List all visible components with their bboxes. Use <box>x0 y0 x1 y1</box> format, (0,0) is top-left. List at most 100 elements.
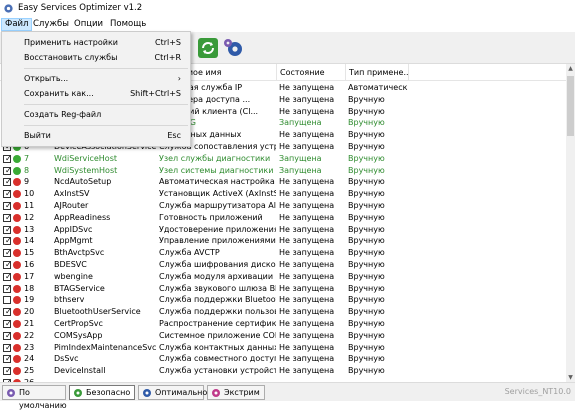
table-row[interactable]: ✓ 12 AppReadiness Готовность приложений Не з… <box>0 212 566 224</box>
preset-default-button[interactable]: По умолчанию <box>2 385 67 410</box>
checkmark-icon: ✓ <box>5 248 12 258</box>
row-checkbox[interactable]: ✓ <box>3 236 12 246</box>
service-display-name: Удостоверение приложения <box>159 224 276 234</box>
row-checkbox[interactable]: ✓ <box>3 355 12 364</box>
service-status-icon <box>13 331 21 340</box>
row-checkbox[interactable]: ✓ <box>3 320 12 328</box>
table-row[interactable]: ✓ 25 DeviceInstall Служба установки устройс… <box>0 365 566 377</box>
service-state: Не запущена <box>279 295 335 305</box>
row-checkbox[interactable]: ✓ <box>3 225 12 234</box>
row-number: 14 <box>24 236 35 246</box>
service-display-name: Служба звукового шлюза Blu... <box>159 283 276 293</box>
restore-services-menu-item[interactable]: Восстановить службы Ctrl+R <box>3 50 189 65</box>
service-startup-type: Вручную <box>348 260 385 269</box>
row-checkbox[interactable]: ✓ <box>3 261 12 269</box>
service-startup-type: Вручную <box>348 330 385 340</box>
vertical-scrollbar[interactable]: ▲ ▼ <box>566 64 575 382</box>
open-menu-item[interactable]: Открыть... › <box>3 71 189 86</box>
row-checkbox-cell: ✓ <box>2 342 12 354</box>
table-row[interactable]: ✓ 10 AxInstSV Установщик ActiveX (AxInstSV)… <box>0 188 566 200</box>
checkmark-icon: ✓ <box>5 307 12 317</box>
service-startup-type: Вручную <box>348 142 385 151</box>
service-startup-type: Вручную <box>348 366 385 376</box>
table-row[interactable]: ✓ 13 AppIDSvc Удостоверение приложения Не за… <box>0 224 566 236</box>
menu-help[interactable]: Помощь <box>107 18 149 31</box>
header-state[interactable]: Состояние <box>277 64 346 81</box>
table-row[interactable]: ✓ 21 CertPropSvc Распространение сертификат… <box>0 318 566 330</box>
row-checkbox[interactable]: ✓ <box>3 166 12 175</box>
save-as-menu-item[interactable]: Сохранить как... Shift+Ctrl+S <box>3 86 189 101</box>
row-checkbox-cell: ✓ <box>2 153 12 165</box>
checkmark-icon: ✓ <box>5 330 12 340</box>
table-row[interactable]: ✓ 17 wbengine Служба модуля архивации на...… <box>0 271 566 283</box>
table-row[interactable]: ✓ 7 WdiServiceHost Узел службы диагностики З… <box>0 153 566 165</box>
table-row[interactable]: ✓ 16 BDESVC Служба шифрования дисков ...Не … <box>0 259 566 271</box>
service-display-name: Готовность приложений <box>159 212 263 222</box>
service-status-icon <box>13 202 21 210</box>
service-state: Не запущена <box>279 283 335 293</box>
service-state: Не запущена <box>279 106 335 116</box>
row-checkbox[interactable]: ✓ <box>3 248 12 258</box>
status-bar: По умолчанию Безопасно Оптимально Экстри… <box>0 382 575 410</box>
service-display-name: Автоматическая настройка с... <box>159 177 276 187</box>
service-display-name: Служба поддержки Bluetooth <box>159 295 276 305</box>
create-reg-file-menu-item[interactable]: Создать Reg-файл <box>3 107 189 122</box>
preset-extreme-button[interactable]: Экстрим <box>207 385 265 400</box>
table-row[interactable]: ✓ 15 BthAvctpSvc Служба AVCTP Не запущена Вру… <box>0 247 566 259</box>
table-row[interactable]: ✓ 9 NcdAutoSetup Автоматическая настройка с… <box>0 176 566 188</box>
row-checkbox[interactable]: ✓ <box>3 202 12 210</box>
checkmark-icon: ✓ <box>5 236 12 246</box>
title-bar: Easy Services Optimizer v1.2 <box>0 0 575 17</box>
row-checkbox[interactable]: ✓ <box>3 177 12 187</box>
service-display-name: Служба AVCTP <box>159 248 220 258</box>
table-row[interactable]: ✓ 24 DsSvc Служба совместного доступа...Не … <box>0 353 566 365</box>
row-checkbox[interactable]: ✓ <box>3 330 12 340</box>
table-row[interactable]: ✓ 18 BTAGService Служба звукового шлюза Blu… <box>0 283 566 295</box>
row-checkbox[interactable]: ✓ <box>3 190 12 199</box>
apply-settings-menu-item[interactable]: Применить настройки Ctrl+S <box>3 35 189 50</box>
row-checkbox[interactable]: ✓ <box>3 367 12 376</box>
row-checkbox[interactable]: ✓ <box>3 284 12 293</box>
row-checkbox[interactable]: ✓ <box>3 154 12 163</box>
service-state: Не запущена <box>279 212 335 222</box>
menu-separator <box>24 104 188 105</box>
row-number: 19 <box>24 295 35 305</box>
menu-file[interactable]: Файл <box>1 18 33 31</box>
service-state: Не запущена <box>279 236 335 246</box>
scroll-thumb[interactable] <box>567 76 574 136</box>
scroll-down-icon[interactable]: ▼ <box>566 373 575 382</box>
row-checkbox[interactable]: ✓ <box>3 272 12 281</box>
service-name: BluetoothUserService <box>54 307 141 317</box>
table-row[interactable]: ✓ 20 BluetoothUserService Служба поддержки … <box>0 306 566 318</box>
table-row[interactable]: 19 bthserv Служба поддержки Bluetooth Не за… <box>0 294 566 306</box>
table-row[interactable]: ✓ 22 COMSysApp Системное приложение COM+ Не … <box>0 330 566 342</box>
row-checkbox[interactable]: ✓ <box>3 213 12 222</box>
row-number: 24 <box>24 354 35 364</box>
row-checkbox[interactable]: ✓ <box>3 342 12 352</box>
gears-icon[interactable] <box>222 37 244 59</box>
preset-default-label: По умолчанию <box>19 388 67 410</box>
table-row[interactable]: ✓ 23 PimIndexMaintenanceSvc Служба контактн… <box>0 342 566 354</box>
header-startup-type[interactable]: Тип примене... <box>346 64 409 81</box>
service-status-icon <box>13 190 21 199</box>
refresh-icon[interactable] <box>197 37 219 59</box>
menu-options[interactable]: Опции <box>71 18 106 31</box>
service-startup-type: Вручную <box>348 295 385 305</box>
preset-optimal-button[interactable]: Оптимально <box>138 385 207 400</box>
service-state: Не запущена <box>279 201 335 210</box>
exit-menu-item[interactable]: Выйти Esc <box>3 128 189 143</box>
preset-extreme-label: Экстрим <box>224 388 260 397</box>
table-row[interactable]: ✓ 11 AJRouter Служба маршрутизатора AllJ...… <box>0 200 566 212</box>
version-label: Services_NT10.0 <box>504 387 571 396</box>
preset-safe-button[interactable]: Безопасно <box>69 385 135 400</box>
service-startup-type: Вручную <box>348 165 385 175</box>
scroll-up-icon[interactable]: ▲ <box>566 64 575 73</box>
row-checkbox[interactable] <box>3 296 11 305</box>
checkmark-icon: ✓ <box>5 177 12 187</box>
checkmark-icon: ✓ <box>5 342 12 352</box>
row-checkbox[interactable]: ✓ <box>3 307 12 317</box>
service-state: Не запущена <box>279 330 335 340</box>
table-row[interactable]: ✓ 8 WdiSystemHost Узел системы диагностики З… <box>0 165 566 177</box>
table-row[interactable]: ✓ 14 AppMgmt Управление приложениями Не запу… <box>0 235 566 247</box>
menu-services[interactable]: Службы <box>30 18 72 31</box>
